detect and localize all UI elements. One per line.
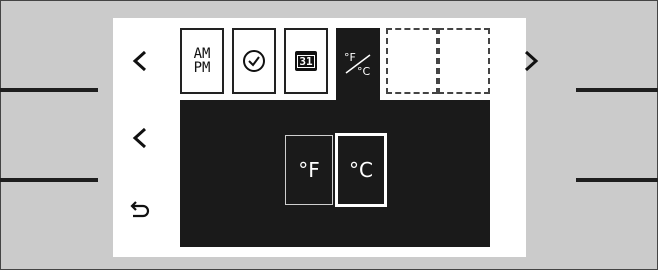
next-tab-button[interactable]	[516, 46, 546, 76]
celsius-option[interactable]: °C	[335, 133, 387, 207]
back-level-button[interactable]	[125, 123, 155, 153]
prev-tab-button[interactable]	[125, 46, 155, 76]
left-bottom-line	[0, 178, 98, 182]
tab-empty-slot-2	[438, 28, 490, 94]
clock-icon	[243, 50, 265, 72]
svg-text:°F: °F	[344, 51, 356, 64]
tab-temperature-unit[interactable]: °F °C	[336, 28, 380, 100]
am-pm-icon: AM PM	[193, 46, 211, 76]
tab-am-pm[interactable]: AM PM	[180, 28, 224, 94]
left-top-line	[0, 88, 98, 92]
temperature-unit-icon: °F °C	[344, 51, 371, 78]
chevron-right-icon	[524, 50, 539, 72]
celsius-label: °C	[349, 158, 373, 182]
fahrenheit-label: °F	[298, 158, 320, 182]
chevron-left-icon	[132, 127, 147, 149]
fahrenheit-option[interactable]: °F	[285, 135, 333, 205]
calendar-day: 31	[297, 54, 315, 68]
tab-calendar[interactable]: 31	[284, 28, 328, 94]
svg-text:°C: °C	[357, 65, 371, 78]
tab-clock[interactable]	[232, 28, 276, 94]
calendar-icon: 31	[295, 51, 317, 71]
tab-empty-slot-1	[386, 28, 438, 94]
chevron-left-icon	[132, 50, 147, 72]
right-top-line	[576, 88, 658, 92]
return-button[interactable]	[125, 194, 155, 224]
right-bottom-line	[576, 178, 658, 182]
return-arrow-icon	[130, 201, 150, 218]
